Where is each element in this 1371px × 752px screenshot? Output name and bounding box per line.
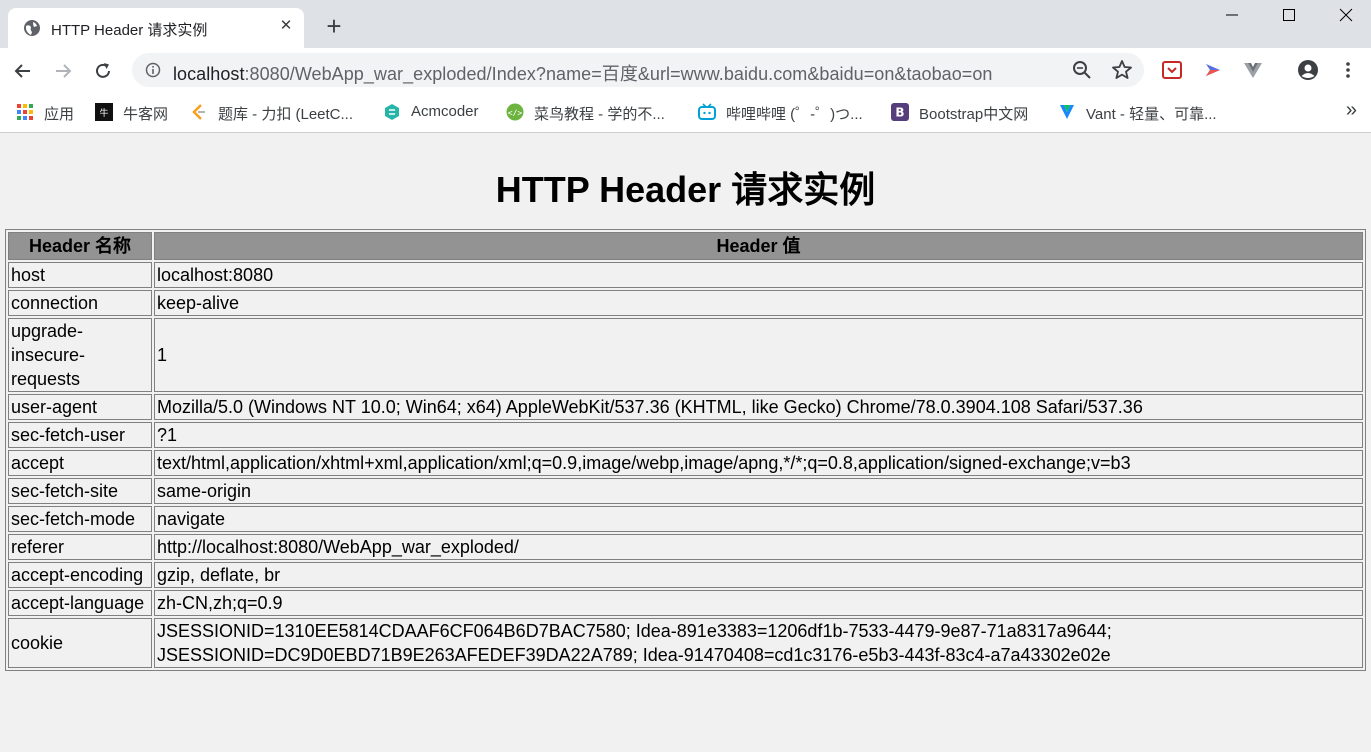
- info-icon[interactable]: [145, 62, 161, 78]
- table-row: accept text/html,application/xhtml+xml,ap…: [8, 450, 1363, 476]
- globe-icon: [24, 20, 40, 36]
- column-header-name: Header 名称: [8, 232, 152, 260]
- headers-table: Header 名称 Header 值 host localhost:8080 con…: [5, 229, 1366, 671]
- svg-text:B: B: [895, 106, 904, 120]
- header-value-cell: gzip, deflate, br: [154, 562, 1363, 588]
- bookmark-label: 应用: [44, 106, 75, 123]
- bookmark-label: Acmcoder: [411, 103, 479, 120]
- back-button[interactable]: [9, 57, 37, 85]
- header-name-cell: sec-fetch-user: [8, 422, 152, 448]
- bookmark-label: Vant - 轻量、可靠...: [1086, 106, 1217, 123]
- url-path: :8080/WebApp_war_exploded/Index?name=百度&…: [244, 64, 993, 84]
- vant-icon: [1060, 105, 1074, 119]
- apps-grid-icon: [17, 104, 33, 120]
- header-name-cell: accept: [8, 450, 152, 476]
- table-row: connection keep-alive: [8, 290, 1363, 316]
- header-value-cell: localhost:8080: [154, 262, 1363, 288]
- arrow-right-icon: [56, 64, 72, 78]
- close-icon: [1339, 8, 1353, 22]
- table-row: referer http://localhost:8080/WebApp_war_…: [8, 534, 1363, 560]
- header-value-cell: same-origin: [154, 478, 1363, 504]
- header-value-cell: http://localhost:8080/WebApp_war_explode…: [154, 534, 1363, 560]
- svg-text:</>: </>: [508, 109, 523, 118]
- pocket-extension-icon[interactable]: [1162, 60, 1182, 80]
- header-name-cell: sec-fetch-site: [8, 478, 152, 504]
- vue-devtools-icon[interactable]: [1243, 60, 1263, 80]
- bookmark-label: Bootstrap中文网: [919, 106, 1029, 123]
- arrow-left-icon: [14, 64, 30, 78]
- header-name-cell: upgrade-insecure-requests: [8, 318, 152, 392]
- runoob-icon: </>: [506, 103, 524, 121]
- header-value-cell: text/html,application/xhtml+xml,applicat…: [154, 450, 1363, 476]
- bookmarks-bar: 应用 牛 牛客网 题库 - 力扣 (LeetC... Acmcoder </> …: [0, 92, 1371, 133]
- header-value-cell: keep-alive: [154, 290, 1363, 316]
- tab-title: HTTP Header 请求实例: [51, 22, 208, 39]
- maximize-button[interactable]: [1261, 0, 1318, 30]
- header-value-cell: navigate: [154, 506, 1363, 532]
- table-row: user-agent Mozilla/5.0 (Windows NT 10.0; …: [8, 394, 1363, 420]
- bookmark-label: 牛客网: [123, 106, 169, 123]
- svg-text:牛: 牛: [99, 107, 108, 119]
- page-content: HTTP Header 请求实例 Header 名称 Header 值 host…: [0, 133, 1371, 752]
- header-name-cell: accept-language: [8, 590, 152, 616]
- header-name-cell: accept-encoding: [8, 562, 152, 588]
- table-row: accept-encoding gzip, deflate, br: [8, 562, 1363, 588]
- leetcode-icon: [192, 104, 205, 120]
- header-name-cell: referer: [8, 534, 152, 560]
- header-name-cell: user-agent: [8, 394, 152, 420]
- table-row: host localhost:8080: [8, 262, 1363, 288]
- acmcoder-icon: [385, 104, 399, 120]
- header-value-cell: 1: [154, 318, 1363, 392]
- star-icon[interactable]: [1110, 58, 1134, 82]
- header-name-cell: host: [8, 262, 152, 288]
- tab-strip: HTTP Header 请求实例 ✕ +: [0, 0, 1371, 48]
- new-tab-button[interactable]: +: [320, 12, 348, 40]
- header-value-cell: zh-CN,zh;q=0.9: [154, 590, 1363, 616]
- url-text[interactable]: localhost:8080/WebApp_war_exploded/Index…: [173, 60, 992, 86]
- browser-toolbar: localhost:8080/WebApp_war_exploded/Index…: [0, 48, 1371, 92]
- header-name-cell: connection: [8, 290, 152, 316]
- nowcoder-icon: 牛: [95, 103, 113, 121]
- bilibili-icon: [698, 103, 716, 120]
- table-header-row: Header 名称 Header 值: [8, 232, 1363, 260]
- table-row: upgrade-insecure-requests 1: [8, 318, 1363, 392]
- reload-button[interactable]: [89, 57, 117, 85]
- header-value-cell: Mozilla/5.0 (Windows NT 10.0; Win64; x64…: [154, 394, 1363, 420]
- header-value-cell: ?1: [154, 422, 1363, 448]
- maximize-icon: [1283, 9, 1295, 21]
- column-header-value: Header 值: [154, 232, 1363, 260]
- menu-dots-icon[interactable]: [1338, 60, 1358, 80]
- forward-button[interactable]: [49, 57, 77, 85]
- table-row: sec-fetch-site same-origin: [8, 478, 1363, 504]
- close-window-button[interactable]: [1318, 0, 1371, 30]
- url-host: localhost: [173, 64, 245, 84]
- table-row: sec-fetch-user ?1: [8, 422, 1363, 448]
- table-row: sec-fetch-mode navigate: [8, 506, 1363, 532]
- browser-tab[interactable]: HTTP Header 请求实例 ✕: [8, 8, 304, 48]
- zoom-icon[interactable]: [1070, 58, 1094, 82]
- minimize-icon: [1226, 14, 1238, 16]
- header-name-cell: sec-fetch-mode: [8, 506, 152, 532]
- tab-close-icon[interactable]: ✕: [276, 16, 296, 36]
- header-name-cell: cookie: [8, 618, 152, 668]
- bookmark-label: 菜鸟教程 - 学的不...: [534, 106, 665, 123]
- address-bar[interactable]: localhost:8080/WebApp_war_exploded/Index…: [132, 53, 1144, 87]
- minimize-button[interactable]: [1204, 0, 1261, 30]
- bookmarks-overflow-button[interactable]: »: [1346, 99, 1357, 122]
- page-title: HTTP Header 请求实例: [495, 169, 876, 210]
- bootstrap-icon: B: [891, 103, 909, 121]
- extension-icon[interactable]: [1203, 60, 1223, 80]
- table-row: accept-language zh-CN,zh;q=0.9: [8, 590, 1363, 616]
- bookmark-label: 题库 - 力扣 (LeetC...: [218, 106, 354, 123]
- header-value-cell: JSESSIONID=1310EE5814CDAAF6CF064B6D7BAC7…: [154, 618, 1363, 668]
- table-row: cookie JSESSIONID=1310EE5814CDAAF6CF064B6…: [8, 618, 1363, 668]
- reload-icon: [96, 63, 110, 78]
- profile-avatar-icon[interactable]: [1298, 60, 1318, 80]
- bookmark-label: 哔哩哔哩 (゜-゜)つ...: [726, 106, 863, 123]
